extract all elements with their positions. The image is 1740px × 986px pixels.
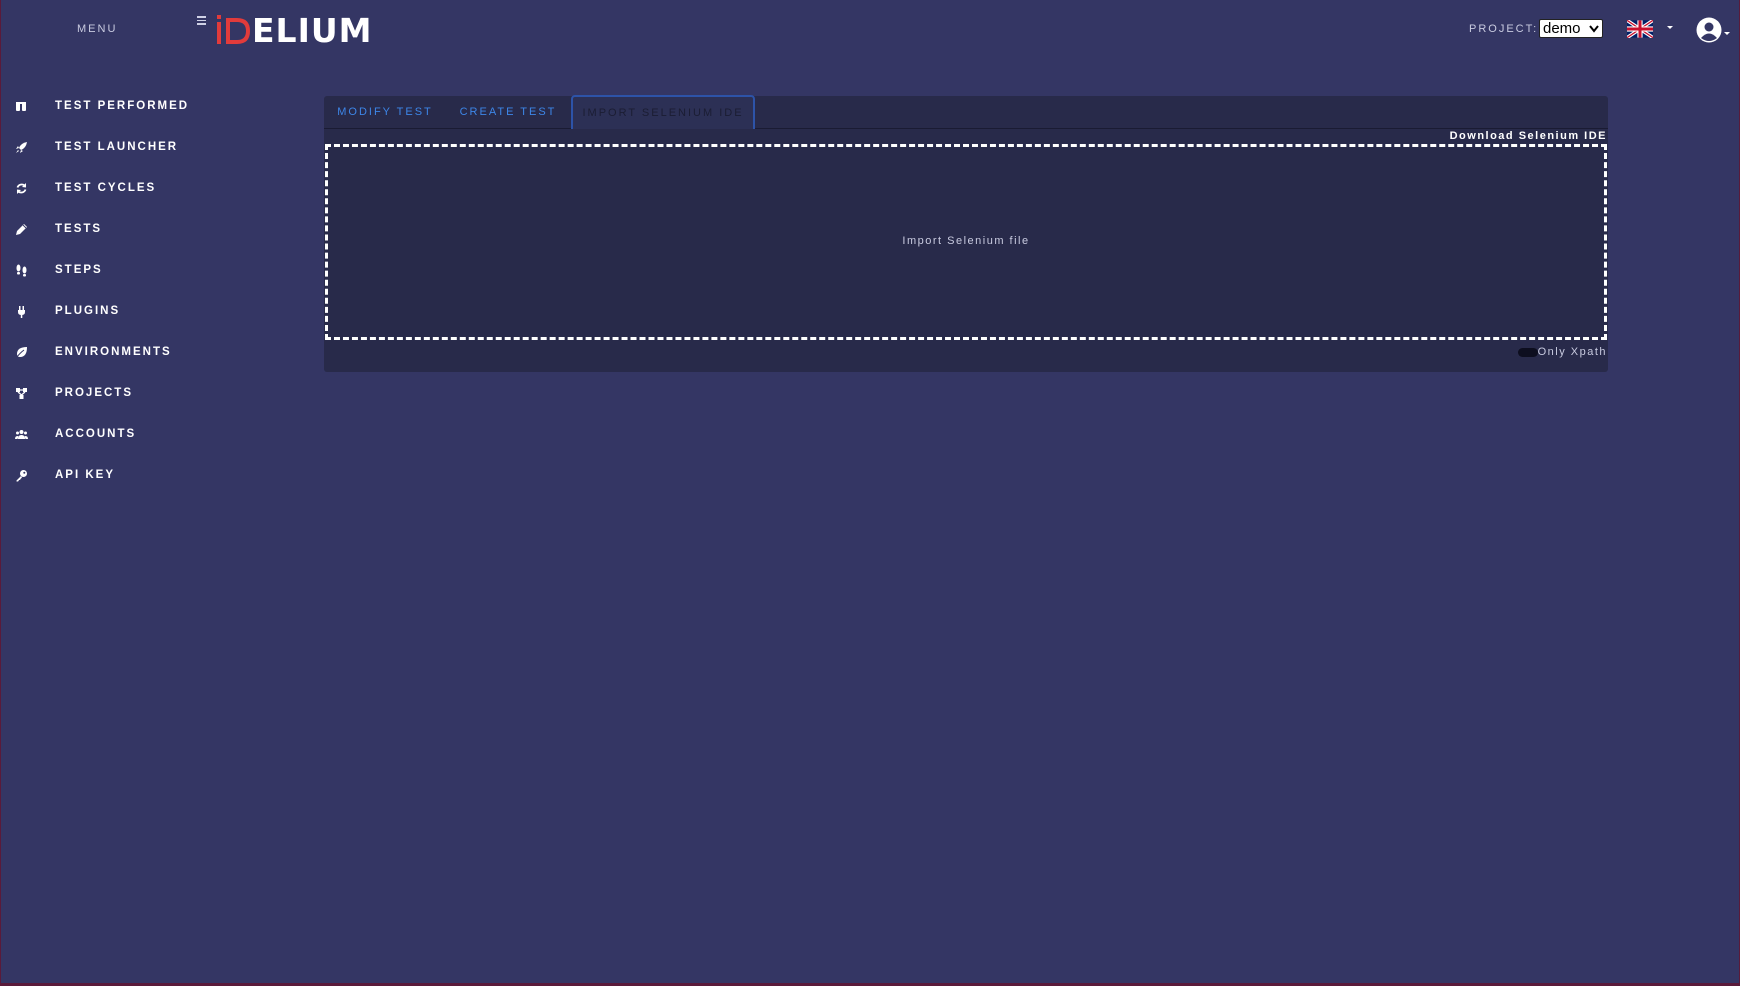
sidebar-item-label: PROJECTS	[55, 387, 133, 399]
sidebar-item-label: API KEY	[55, 469, 116, 481]
sidebar-item-label: PLUGINS	[55, 305, 121, 317]
selenium-file-dropzone[interactable]: Import Selenium file	[325, 144, 1607, 340]
users-icon	[15, 430, 28, 439]
chevron-down-icon	[1589, 24, 1599, 33]
sidebar-item-test-cycles[interactable]: TEST CYCLES	[1, 168, 301, 209]
app-window: MENU ELIUM PROJECT: demo TEST PERFORMED …	[1, 0, 1739, 983]
sidebar-item-environments[interactable]: ENVIRONMENTS	[1, 332, 301, 373]
sidebar-item-tests[interactable]: TESTS	[1, 209, 301, 250]
sidebar-item-plugins[interactable]: PLUGINS	[1, 291, 301, 332]
logo-mark-icon	[217, 15, 250, 44]
sidebar-item-projects[interactable]: PROJECTS	[1, 373, 301, 414]
menu-label[interactable]: MENU	[77, 23, 117, 35]
key-icon	[16, 470, 27, 482]
sidebar: TEST PERFORMED TEST LAUNCHER TEST CYCLES	[1, 86, 301, 496]
user-caret-icon[interactable]	[1724, 32, 1730, 35]
sidebar-item-accounts[interactable]: ACCOUNTS	[1, 414, 301, 455]
clipboard-icon	[16, 102, 26, 111]
language-caret-icon[interactable]	[1667, 26, 1673, 29]
project-select[interactable]: demo	[1539, 19, 1603, 38]
sidebar-item-label: TEST PERFORMED	[55, 100, 190, 112]
import-panel: MODIFY TEST CREATE TEST IMPORT SELENIUM …	[324, 95, 1608, 372]
hamburger-icon[interactable]	[197, 14, 207, 26]
only-xpath-toggle[interactable]	[1517, 347, 1538, 357]
project-select-value: demo	[1543, 20, 1581, 37]
only-xpath-label: Only Xpath	[1537, 346, 1607, 358]
pencil-icon	[16, 224, 27, 235]
logo-text: ELIUM	[252, 10, 373, 50]
tab-bar: MODIFY TEST CREATE TEST IMPORT SELENIUM …	[324, 95, 1608, 129]
leaf-icon	[15, 347, 27, 359]
tab-modify-test[interactable]: MODIFY TEST	[332, 96, 438, 128]
dropzone-label: Import Selenium file	[902, 234, 1030, 247]
sidebar-item-label: TEST LAUNCHER	[55, 141, 179, 153]
top-bar: MENU ELIUM PROJECT: demo	[1, 0, 1739, 62]
sidebar-item-test-performed[interactable]: TEST PERFORMED	[1, 86, 301, 127]
download-selenium-ide-link[interactable]: Download Selenium IDE	[1450, 130, 1607, 142]
tab-import-selenium-ide[interactable]: IMPORT SELENIUM IDE	[571, 95, 755, 129]
uk-flag-icon[interactable]	[1627, 20, 1653, 38]
logo: ELIUM	[215, 8, 372, 52]
sidebar-item-label: TEST CYCLES	[55, 182, 157, 194]
sidebar-item-label: ENVIRONMENTS	[55, 346, 172, 358]
rocket-icon	[16, 142, 27, 153]
footsteps-icon	[16, 264, 27, 277]
project-label: PROJECT:	[1469, 23, 1539, 35]
only-xpath-row: Only Xpath	[1517, 346, 1607, 358]
sidebar-item-test-launcher[interactable]: TEST LAUNCHER	[1, 127, 301, 168]
sidebar-item-label: TESTS	[55, 223, 103, 235]
sidebar-item-api-key[interactable]: API KEY	[1, 455, 301, 496]
network-icon	[16, 388, 27, 399]
tab-create-test[interactable]: CREATE TEST	[453, 96, 563, 128]
sidebar-item-steps[interactable]: STEPS	[1, 250, 301, 291]
plug-icon	[18, 306, 25, 318]
user-circle-icon[interactable]	[1696, 17, 1722, 43]
sidebar-item-label: ACCOUNTS	[55, 428, 137, 440]
refresh-icon	[16, 183, 27, 194]
sidebar-item-label: STEPS	[55, 264, 103, 276]
